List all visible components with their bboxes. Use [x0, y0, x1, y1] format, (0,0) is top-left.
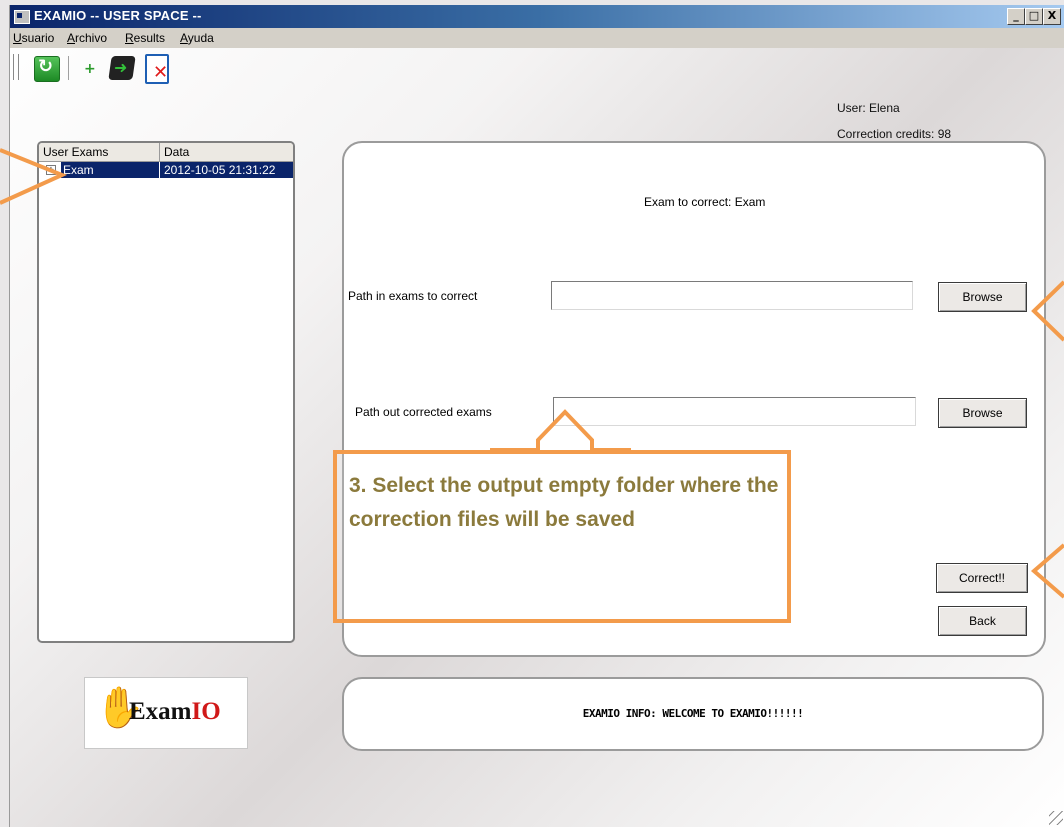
annotation-arrows [0, 148, 1064, 599]
left-annotation-arrow [0, 148, 68, 205]
annotation-callout: 3. Select the output empty folder where … [333, 450, 791, 623]
browse-annotation-arrow [1031, 280, 1064, 342]
annotation-text: 3. Select the output empty folder where … [349, 474, 779, 531]
callout-up-arrow [490, 409, 631, 452]
correct-annotation-arrow [1030, 543, 1064, 599]
